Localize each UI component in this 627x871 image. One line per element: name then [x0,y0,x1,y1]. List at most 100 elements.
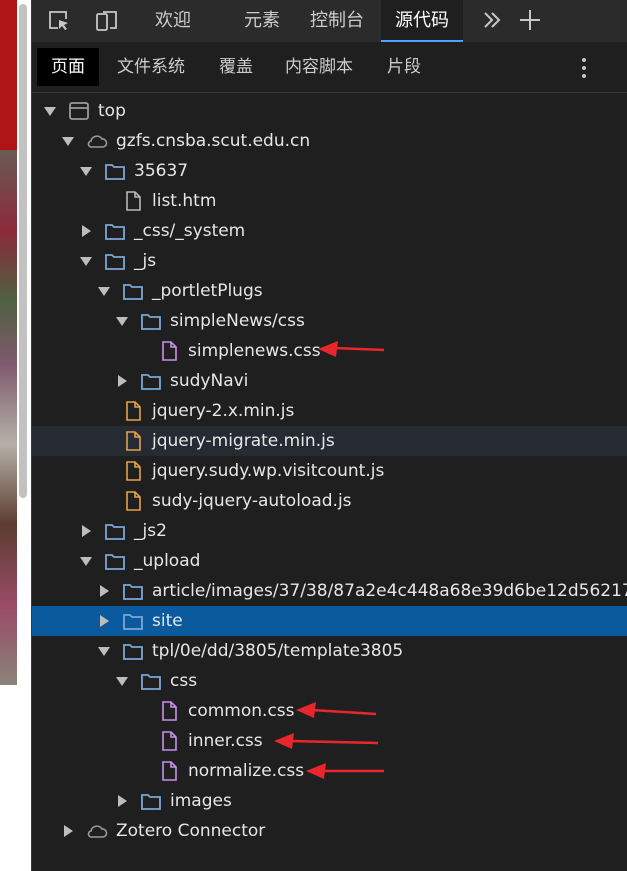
webpage-preview-strip [0,0,31,871]
css-file-icon [162,731,177,751]
tree-item-label: inner.css [188,731,263,751]
tree-item-label: sudyNavi [170,371,249,391]
js-file-icon [126,401,141,421]
tree-item[interactable]: simpleNews/css [32,306,627,336]
tree-item[interactable]: sudyNavi [32,366,627,396]
tree-item-label: css [170,671,198,691]
page-scrollbar[interactable] [19,4,27,498]
expanded-arrow-icon[interactable] [116,677,128,686]
collapsed-arrow-icon[interactable] [100,615,109,627]
devtools-top-toolbar: 欢迎 元素 控制台 源代码 [32,0,627,42]
css-file-icon [162,761,177,781]
folder-icon [105,254,125,270]
expanded-arrow-icon[interactable] [80,557,92,566]
collapsed-arrow-icon[interactable] [100,585,109,597]
tree-item[interactable]: article/images/37/38/87a2e4c448a68e39d6b… [32,576,627,606]
collapsed-arrow-icon[interactable] [82,525,91,537]
tree-item-label: _portletPlugs [152,281,263,301]
tree-item[interactable]: tpl/0e/dd/3805/template3805 [32,636,627,666]
css-file-icon [162,341,177,361]
expanded-arrow-icon[interactable] [62,137,74,146]
tree-item[interactable]: list.htm [32,186,627,216]
tree-item[interactable]: site [32,606,627,636]
annotation-arrow [306,763,384,779]
js-file-icon [126,491,141,511]
cloud-icon [87,825,108,838]
expanded-arrow-icon[interactable] [116,317,128,326]
folder-icon [141,314,161,330]
tree-item-label: site [152,611,183,631]
folder-icon [141,674,161,690]
tree-item-label: _js [134,251,157,271]
tree-item-label: list.htm [152,191,217,211]
collapsed-arrow-icon[interactable] [82,225,91,237]
tree-item[interactable]: gzfs.cnsba.scut.edu.cn [32,126,627,156]
tree-item-label: _js2 [134,521,167,541]
tab-overrides[interactable]: 覆盖 [219,48,253,86]
kebab-menu-icon[interactable] [580,56,588,80]
tree-item-label: simpleNews/css [170,311,305,331]
collapsed-arrow-icon[interactable] [64,825,73,837]
tree-item[interactable]: 35637 [32,156,627,186]
expanded-arrow-icon[interactable] [80,167,92,176]
tree-item-label: article/images/37/38/87a2e4c448a68e39d6b… [152,581,627,601]
page-red-banner [0,0,17,150]
tree-item[interactable]: _js [32,246,627,276]
tree-item[interactable]: _js2 [32,516,627,546]
tab-filesystem[interactable]: 文件系统 [117,48,185,86]
double-chevron-icon[interactable] [480,8,504,32]
page-photo [0,150,17,685]
tree-item-label: 35637 [134,161,189,181]
tree-item[interactable]: sudy-jquery-autoload.js [32,486,627,516]
annotation-arrow [274,733,379,749]
tree-item[interactable]: jquery-migrate.min.js [32,426,627,456]
tree-item-label: gzfs.cnsba.scut.edu.cn [116,131,311,151]
tab-welcome[interactable]: 欢迎 [155,0,191,42]
css-file-icon [162,701,177,721]
annotation-arrow [318,341,385,357]
tree-item-label: jquery-2.x.min.js [152,401,295,421]
folder-icon [123,284,143,300]
js-file-icon [126,431,141,451]
tree-item[interactable]: _upload [32,546,627,576]
folder-icon [105,164,125,180]
tree-item-label: _upload [134,551,201,571]
tree-item[interactable]: _css/_system [32,216,627,246]
tree-item[interactable]: Zotero Connector [32,816,627,846]
tree-item-label: sudy-jquery-autoload.js [152,491,352,511]
tree-item[interactable]: images [32,786,627,816]
tree-item-label: jquery-migrate.min.js [152,431,335,451]
js-file-icon [126,461,141,481]
tree-item-label: common.css [188,701,295,721]
tree-item[interactable]: css [32,666,627,696]
tree-item[interactable]: top [32,96,627,126]
collapsed-arrow-icon[interactable] [118,795,127,807]
collapsed-arrow-icon[interactable] [118,375,127,387]
tab-snippets[interactable]: 片段 [387,48,421,86]
annotation-arrow [296,702,377,718]
device-emulation-icon[interactable] [94,8,120,34]
expanded-arrow-icon[interactable] [80,257,92,266]
tab-content-scripts[interactable]: 内容脚本 [285,48,353,86]
tree-item-label: simplenews.css [188,341,321,361]
inspect-icon[interactable] [46,8,72,34]
tab-sources[interactable]: 源代码 [381,0,463,42]
tree-item[interactable]: jquery.sudy.wp.visitcount.js [32,456,627,486]
folder-icon [105,554,125,570]
tree-item[interactable]: jquery-2.x.min.js [32,396,627,426]
expanded-arrow-icon[interactable] [98,647,110,656]
tab-page[interactable]: 页面 [37,48,99,86]
tab-elements[interactable]: 元素 [244,0,280,42]
folder-icon [141,374,161,390]
tab-console[interactable]: 控制台 [310,0,364,42]
folder-icon [105,524,125,540]
tree-item-label: _css/_system [134,221,246,241]
folder-icon [105,224,125,240]
tree-item[interactable]: _portletPlugs [32,276,627,306]
tree-item-label: normalize.css [188,761,305,781]
expanded-arrow-icon[interactable] [98,287,110,296]
plus-icon[interactable] [518,8,542,32]
folder-icon [123,614,143,630]
tree-item-label: jquery.sudy.wp.visitcount.js [152,461,385,481]
expanded-arrow-icon[interactable] [44,107,56,116]
